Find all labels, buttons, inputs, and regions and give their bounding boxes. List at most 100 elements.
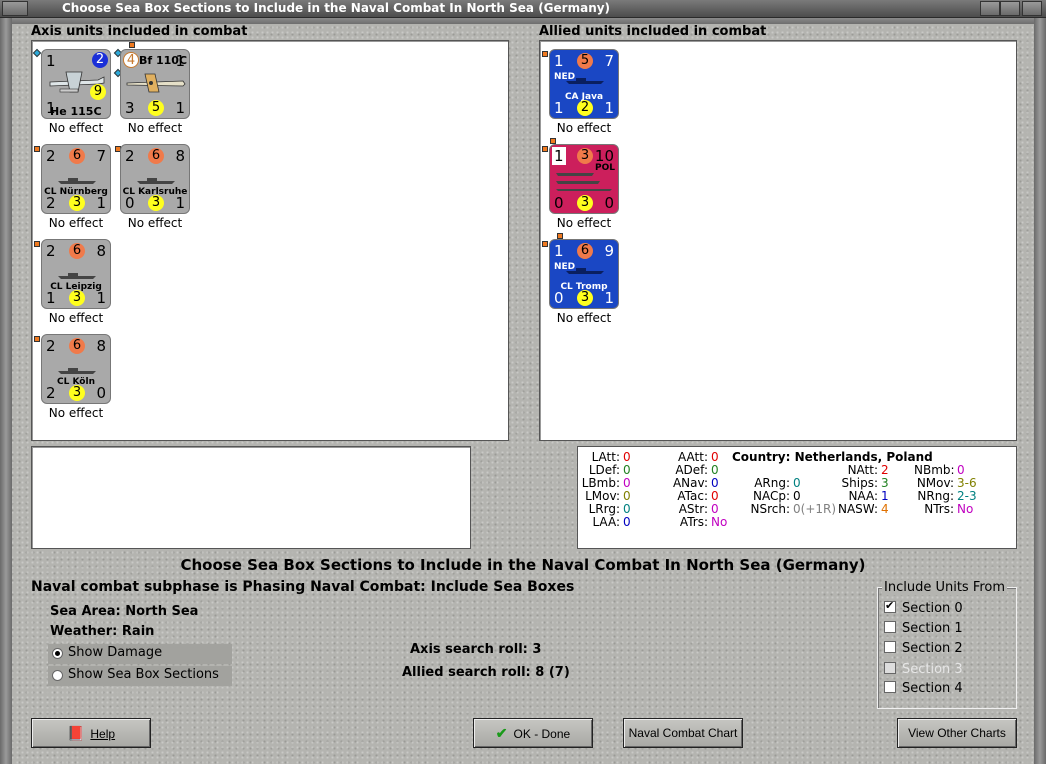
stat-row: NMov: 3-6 [914,476,977,490]
stat-row: LAtt: 0 [580,450,631,464]
unit-value: 1 [46,289,56,307]
maximize-button[interactable] [1000,1,1020,16]
stat-key: LBmb: [581,476,620,490]
unit-value-circle: 5 [577,53,593,69]
close-button[interactable] [1022,1,1042,16]
title-bar: Choose Sea Box Sections to Include in th… [0,0,1046,18]
checkbox-icon [884,681,896,693]
unit-counter-cl-nurnberg[interactable]: 2 6 7 CL Nürnberg 2 3 1 [41,144,111,214]
unit-counter-cl-karlsruhe[interactable]: 2 6 8 CL Karlsruhe 0 3 1 [120,144,190,214]
stat-key: ADef: [675,463,708,477]
unit-value-circle: 6 [69,243,85,259]
window-frame-right [1034,18,1046,764]
other-charts-label: View Other Charts [908,726,1006,740]
stat-value: 0 [623,489,631,503]
section-1-checkbox[interactable]: Section 1 [884,621,963,636]
stat-row: Ships: 3 [838,476,889,490]
unit-stats-panel: Country: Netherlands, Poland LAtt: 0 LDef:… [577,446,1017,549]
stat-value: 3-6 [957,476,977,490]
unit-counter-cl-koln[interactable]: 2 6 8 CL Köln 2 3 0 [41,334,111,404]
ship-icon [566,78,604,84]
stat-value: 0 [957,463,965,477]
stat-key: LRrg: [588,502,620,516]
unit-value-circle: 2 [577,100,593,116]
axis-search-roll: Axis search roll: 3 [410,642,541,657]
unit-counter-bf110c[interactable]: 4 Bf 110C 1 3 5 1 [120,49,190,119]
show-sea-box-sections-radio[interactable]: Show Sea Box Sections [48,666,232,686]
help-label: Help [90,727,116,741]
section-label: Section 1 [902,621,963,636]
unit-value-circle: 5 [148,100,164,116]
unit-value: 1 [46,52,56,70]
unit-value: 2 [46,337,56,355]
unit-counter-ca-java[interactable]: 1 5 7 NED CA Java 1 2 1 [549,49,619,119]
unit-value: 1 [604,289,614,307]
stat-value: 0 [793,476,801,490]
axis-units-panel[interactable]: 1 2 9 1 He 115C No effect 4 Bf 110C 1 3 … [31,40,509,441]
unit-value-circle: 9 [90,84,106,100]
radio-unselected-icon [52,670,63,681]
unit-counter-he115c[interactable]: 1 2 9 1 He 115C [41,49,111,119]
unit-value: 1 [175,52,185,70]
unit-marker [34,336,40,342]
unit-marker [542,51,548,57]
stat-row: NAA: 1 [838,489,888,503]
ok-label: OK - Done [513,727,571,741]
ship-icon [566,268,604,274]
country-row: Country: Netherlands, Poland [732,450,933,464]
unit-result: No effect [127,216,183,230]
checkbox-checked-icon [884,599,896,613]
stat-value: No [957,502,974,516]
unit-value-circle: 6 [69,338,85,354]
unit-counter-pol[interactable]: 1 3 10 POL 0 3 0 [549,144,619,214]
stat-row: LRrg: 0 [580,502,631,516]
unit-value: 2 [46,384,56,402]
stat-value: 0 [623,502,631,516]
axis-roll-label: Axis search roll: [410,642,528,657]
system-menu-button[interactable] [2,1,28,16]
unit-counter-cl-tromp[interactable]: 1 6 9 NED CL Tromp 0 3 1 [549,239,619,309]
unit-value-circle: 3 [69,385,85,401]
allied-roll-value: 8 (7) [535,665,570,680]
unit-value: 1 [175,99,185,117]
section-0-checkbox[interactable]: Section 0 [884,599,963,616]
unit-value: 1 [554,52,564,70]
unit-value: 2 [46,242,56,260]
unit-value: 3 [125,99,135,117]
stat-value: 0 [623,515,631,529]
stat-row: NAtt: 2 [838,463,889,477]
unit-result: No effect [48,216,104,230]
unit-result: No effect [48,121,104,135]
unit-detail-panel [31,446,471,549]
minimize-button[interactable] [980,1,1000,16]
stat-value: 2 [881,463,889,477]
stat-key: NBmb: [914,463,955,477]
stat-value: 0 [711,463,719,477]
section-4-checkbox[interactable]: Section 4 [884,681,963,696]
stat-value: 0 [623,463,631,477]
allied-units-label: Allied units included in combat [539,24,767,39]
stat-key: ARng: [754,476,790,490]
view-other-charts-button[interactable]: View Other Charts [897,718,1017,748]
dialog-heading: Choose Sea Box Sections to Include in th… [180,556,866,574]
stat-key: AStr: [678,502,708,516]
allied-units-panel[interactable]: 1 5 7 NED CA Java 1 2 1 No effect 1 3 1 0… [539,40,1017,441]
weather-row: Weather: Rain [50,624,154,639]
help-button[interactable]: 📕 Help [31,718,151,748]
stat-value: 0 [623,476,631,490]
naval-combat-chart-button[interactable]: Naval Combat Chart [623,718,743,748]
checkmark-icon: ✔ [495,725,508,741]
stat-value: 0 [711,450,719,464]
ok-done-button[interactable]: ✔ OK - Done [473,718,593,748]
unit-counter-cl-leipzig[interactable]: 2 6 8 CL Leipzig 1 3 1 [41,239,111,309]
section-2-checkbox[interactable]: Section 2 [884,641,963,656]
include-units-title: Include Units From [882,580,1008,595]
unit-value: 1 [175,194,185,212]
unit-value: 7 [604,52,614,70]
show-damage-radio[interactable]: Show Damage [48,644,232,664]
stat-row: NBmb: 0 [914,463,965,477]
stat-value: 0 [793,489,801,503]
unit-value-circle: 3 [577,290,593,306]
window-frame-left [0,18,12,764]
stat-key: LMov: [585,489,620,503]
